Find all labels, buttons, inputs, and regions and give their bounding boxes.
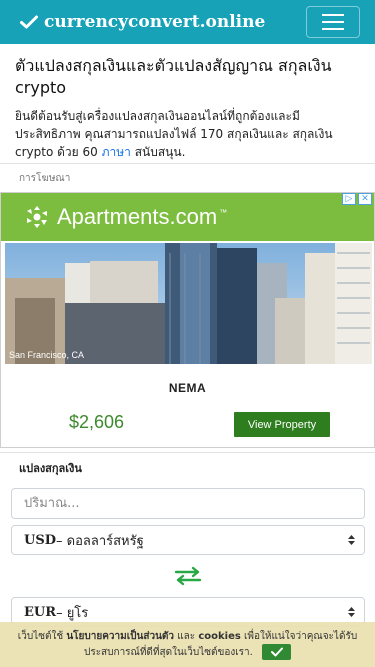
ad-banner[interactable]: Apartments.com ™ ▷ ✕ San Francisco, CA N… [0, 192, 375, 448]
intro-description: ยินดีต้อนรับสู่เครื่องแปลงสกุลเงินออนไลน… [15, 109, 333, 159]
ad-photo: San Francisco, CA [5, 243, 372, 364]
select-arrows-icon [348, 535, 355, 545]
swap-currencies-icon[interactable] [174, 566, 202, 586]
cookies-link[interactable]: cookies [198, 631, 240, 642]
from-currency-name: – ดอลลาร์สหรัฐ [56, 533, 144, 549]
menu-toggle-button[interactable] [306, 6, 360, 38]
ad-logo-text: Apartments.com [57, 204, 218, 229]
to-currency-name: – ยูโร [56, 605, 89, 621]
divider [0, 452, 375, 453]
hamburger-icon [322, 14, 344, 16]
cookie-banner: เว็บไซต์ใช้ นโยบายความเป็นส่วนตัว และ co… [0, 622, 375, 667]
converter-section-title: แปลงสกุลเงิน [19, 462, 82, 475]
privacy-policy-link[interactable]: นโยบายความเป็นส่วนตัว [66, 631, 174, 642]
from-currency-code: USD [24, 532, 56, 548]
apartments-logo: Apartments.com ™ [23, 204, 227, 230]
divider [0, 163, 375, 164]
cookie-accept-button[interactable] [262, 644, 292, 660]
languages-link[interactable]: ภาษา [102, 145, 131, 159]
to-currency-code: EUR [24, 604, 57, 620]
photo-caption: San Francisco, CA [9, 350, 85, 360]
apartments-logo-icon [27, 206, 47, 228]
amount-input[interactable] [11, 488, 365, 519]
ad-label: การโฆษณา [19, 173, 71, 184]
ad-header: Apartments.com ™ ▷ ✕ [1, 193, 374, 241]
view-property-button[interactable]: View Property [234, 412, 330, 437]
page-title: ตัวแปลงสกุลเงินและตัวแปลงสัญญาณ สกุลเงิน… [15, 56, 332, 97]
close-icon[interactable]: ✕ [358, 193, 372, 205]
from-currency-select[interactable]: USD – ดอลลาร์สหรัฐ [11, 525, 365, 555]
brand-link[interactable]: currencyconvert.online [20, 12, 265, 32]
ad-property-name: NEMA [168, 381, 207, 395]
check-icon [20, 15, 38, 29]
brand-name: currencyconvert.online [44, 12, 266, 32]
adchoices-icon[interactable]: ▷ ✕ [342, 193, 372, 205]
check-icon [270, 647, 283, 657]
adchoices-triangle-icon: ▷ [342, 193, 356, 205]
intro-section: ตัวแปลงสกุลเงินและตัวแปลงสัญญาณ สกุลเงิน… [0, 44, 375, 161]
select-arrows-icon [348, 607, 355, 617]
navbar: currencyconvert.online [0, 0, 375, 44]
ad-price: $2,606 [69, 412, 125, 432]
